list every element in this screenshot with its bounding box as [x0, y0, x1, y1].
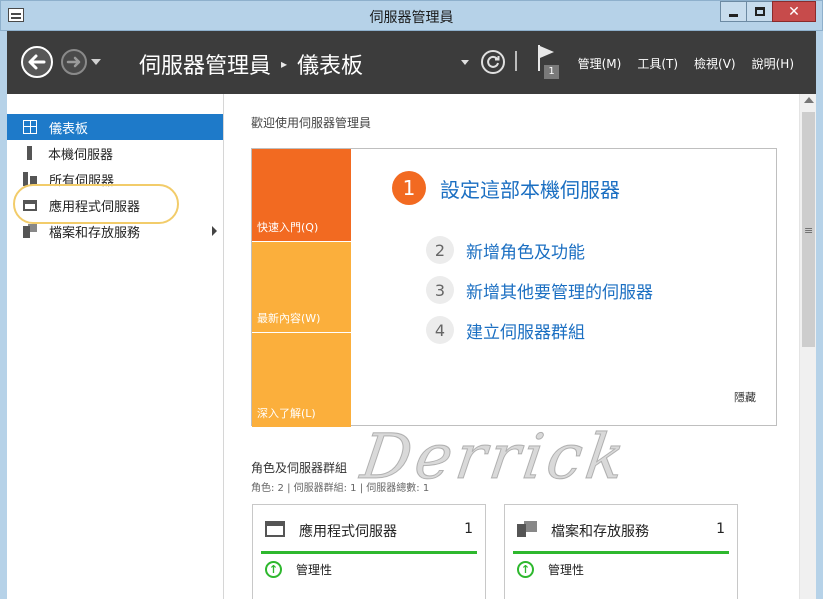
- window-frame: [816, 94, 823, 599]
- status-label: 管理性: [296, 563, 333, 577]
- maximize-icon: [754, 7, 765, 16]
- close-icon: ✕: [788, 3, 800, 20]
- step-number-badge: 2: [426, 236, 454, 264]
- manageability-status[interactable]: ↑ 管理性: [265, 561, 332, 578]
- file-storage-icon: [517, 521, 537, 537]
- forward-arrow-icon: [66, 56, 81, 68]
- card-title: 應用程式伺服器: [299, 524, 397, 540]
- step-number-badge: 1: [392, 171, 426, 205]
- sidebar-item-label: 檔案和存放服務: [49, 225, 141, 241]
- tile-quick-start[interactable]: 快速入門(Q): [252, 149, 351, 241]
- step-add-servers[interactable]: 3 新增其他要管理的伺服器: [426, 276, 653, 304]
- close-button[interactable]: ✕: [772, 1, 816, 22]
- step-link[interactable]: 新增角色及功能: [466, 238, 585, 263]
- dashboard-main: 歡迎使用伺服器管理員 快速入門(Q) 最新內容(W) 深入了解(L) 1 設定這…: [224, 94, 799, 599]
- window-controls: ✕: [720, 1, 816, 23]
- forward-button[interactable]: [61, 49, 87, 75]
- minimize-icon: [729, 13, 738, 17]
- server-icon: [27, 146, 32, 160]
- scroll-up-icon[interactable]: [804, 97, 814, 103]
- maximize-button[interactable]: [746, 1, 773, 22]
- history-dropdown-icon[interactable]: [91, 59, 101, 65]
- step-number-badge: 3: [426, 276, 454, 304]
- back-button[interactable]: [21, 46, 53, 78]
- roles-section-title: 角色及伺服器群組: [251, 461, 348, 475]
- file-storage-icon: [23, 224, 37, 238]
- sidebar: 儀表板 本機伺服器 所有伺服器 應用程式伺服器 檔案和存放服務: [0, 94, 224, 599]
- tile-whats-new[interactable]: 最新內容(W): [252, 242, 351, 332]
- sidebar-item-dashboard[interactable]: 儀表板: [7, 114, 223, 140]
- scroll-thumb[interactable]: [802, 112, 815, 347]
- highlight-annotation: [13, 184, 179, 224]
- roles-summary: 角色: 2 | 伺服器群組: 1 | 伺服器總數: 1: [251, 483, 430, 494]
- tile-label: 深入了解(L): [257, 407, 316, 420]
- step-link[interactable]: 設定這部本機伺服器: [440, 174, 620, 203]
- window-title-bar: 伺服器管理員 ✕: [0, 0, 823, 31]
- breadcrumb: 伺服器管理員 ▸ 儀表板: [139, 48, 363, 80]
- menu-tools[interactable]: 工具(T): [637, 55, 678, 72]
- status-label: 管理性: [548, 563, 585, 577]
- step-number-badge: 4: [426, 316, 454, 344]
- vertical-scrollbar[interactable]: [799, 94, 816, 599]
- status-bar: [261, 551, 477, 554]
- menu-help[interactable]: 說明(H): [752, 55, 794, 72]
- step-link[interactable]: 建立伺服器群組: [466, 318, 585, 343]
- status-up-icon: ↑: [517, 561, 534, 578]
- breadcrumb-root[interactable]: 伺服器管理員: [139, 48, 271, 80]
- window-title: 伺服器管理員: [369, 10, 454, 26]
- sidebar-item-local-server[interactable]: 本機伺服器: [7, 140, 223, 166]
- card-count: 1: [464, 521, 473, 537]
- notification-count-badge: 1: [544, 65, 559, 79]
- breadcrumb-dropdown-icon[interactable]: [461, 60, 469, 65]
- app-server-icon: [265, 521, 285, 537]
- role-card-app-server[interactable]: 應用程式伺服器 1 ↑ 管理性: [252, 504, 486, 599]
- card-title: 檔案和存放服務: [551, 524, 649, 540]
- welcome-heading: 歡迎使用伺服器管理員: [251, 116, 372, 130]
- card-count: 1: [716, 521, 725, 537]
- sidebar-item-label: 本機伺服器: [48, 147, 114, 163]
- quick-start-panel: 快速入門(Q) 最新內容(W) 深入了解(L) 1 設定這部本機伺服器 2 新增…: [251, 148, 777, 427]
- menu-view[interactable]: 檢視(V): [694, 55, 736, 72]
- header-divider: [515, 51, 517, 71]
- back-arrow-icon: [28, 54, 46, 70]
- step-add-roles[interactable]: 2 新增角色及功能: [426, 236, 585, 264]
- manageability-status[interactable]: ↑ 管理性: [517, 561, 584, 578]
- step-create-group[interactable]: 4 建立伺服器群組: [426, 316, 585, 344]
- refresh-button[interactable]: [481, 50, 505, 74]
- tile-label: 最新內容(W): [257, 312, 321, 325]
- breadcrumb-separator-icon: ▸: [281, 57, 288, 71]
- notifications-button[interactable]: 1: [535, 45, 565, 81]
- step-configure-local-server[interactable]: 1 設定這部本機伺服器: [392, 171, 620, 205]
- menu-manage[interactable]: 管理(M): [578, 55, 622, 72]
- minimize-button[interactable]: [720, 1, 747, 22]
- menu-bar: 管理(M) 工具(T) 檢視(V) 說明(H): [562, 55, 794, 72]
- breadcrumb-current: 儀表板: [297, 54, 364, 79]
- refresh-icon: [487, 55, 500, 68]
- role-card-file-storage[interactable]: 檔案和存放服務 1 ↑ 管理性: [504, 504, 738, 599]
- app-header: 伺服器管理員 ▸ 儀表板 1 管理(M) 工具(T) 檢視(V) 說明(H): [0, 31, 823, 94]
- sidebar-item-label: 儀表板: [49, 121, 89, 137]
- status-bar: [513, 551, 729, 554]
- dashboard-icon: [23, 120, 37, 134]
- step-link[interactable]: 新增其他要管理的伺服器: [466, 278, 653, 303]
- tile-learn-more[interactable]: 深入了解(L): [252, 333, 351, 427]
- status-up-icon: ↑: [265, 561, 282, 578]
- tile-label: 快速入門(Q): [257, 221, 319, 234]
- expand-arrow-icon[interactable]: [212, 226, 217, 236]
- hide-link[interactable]: 隱藏: [734, 389, 756, 405]
